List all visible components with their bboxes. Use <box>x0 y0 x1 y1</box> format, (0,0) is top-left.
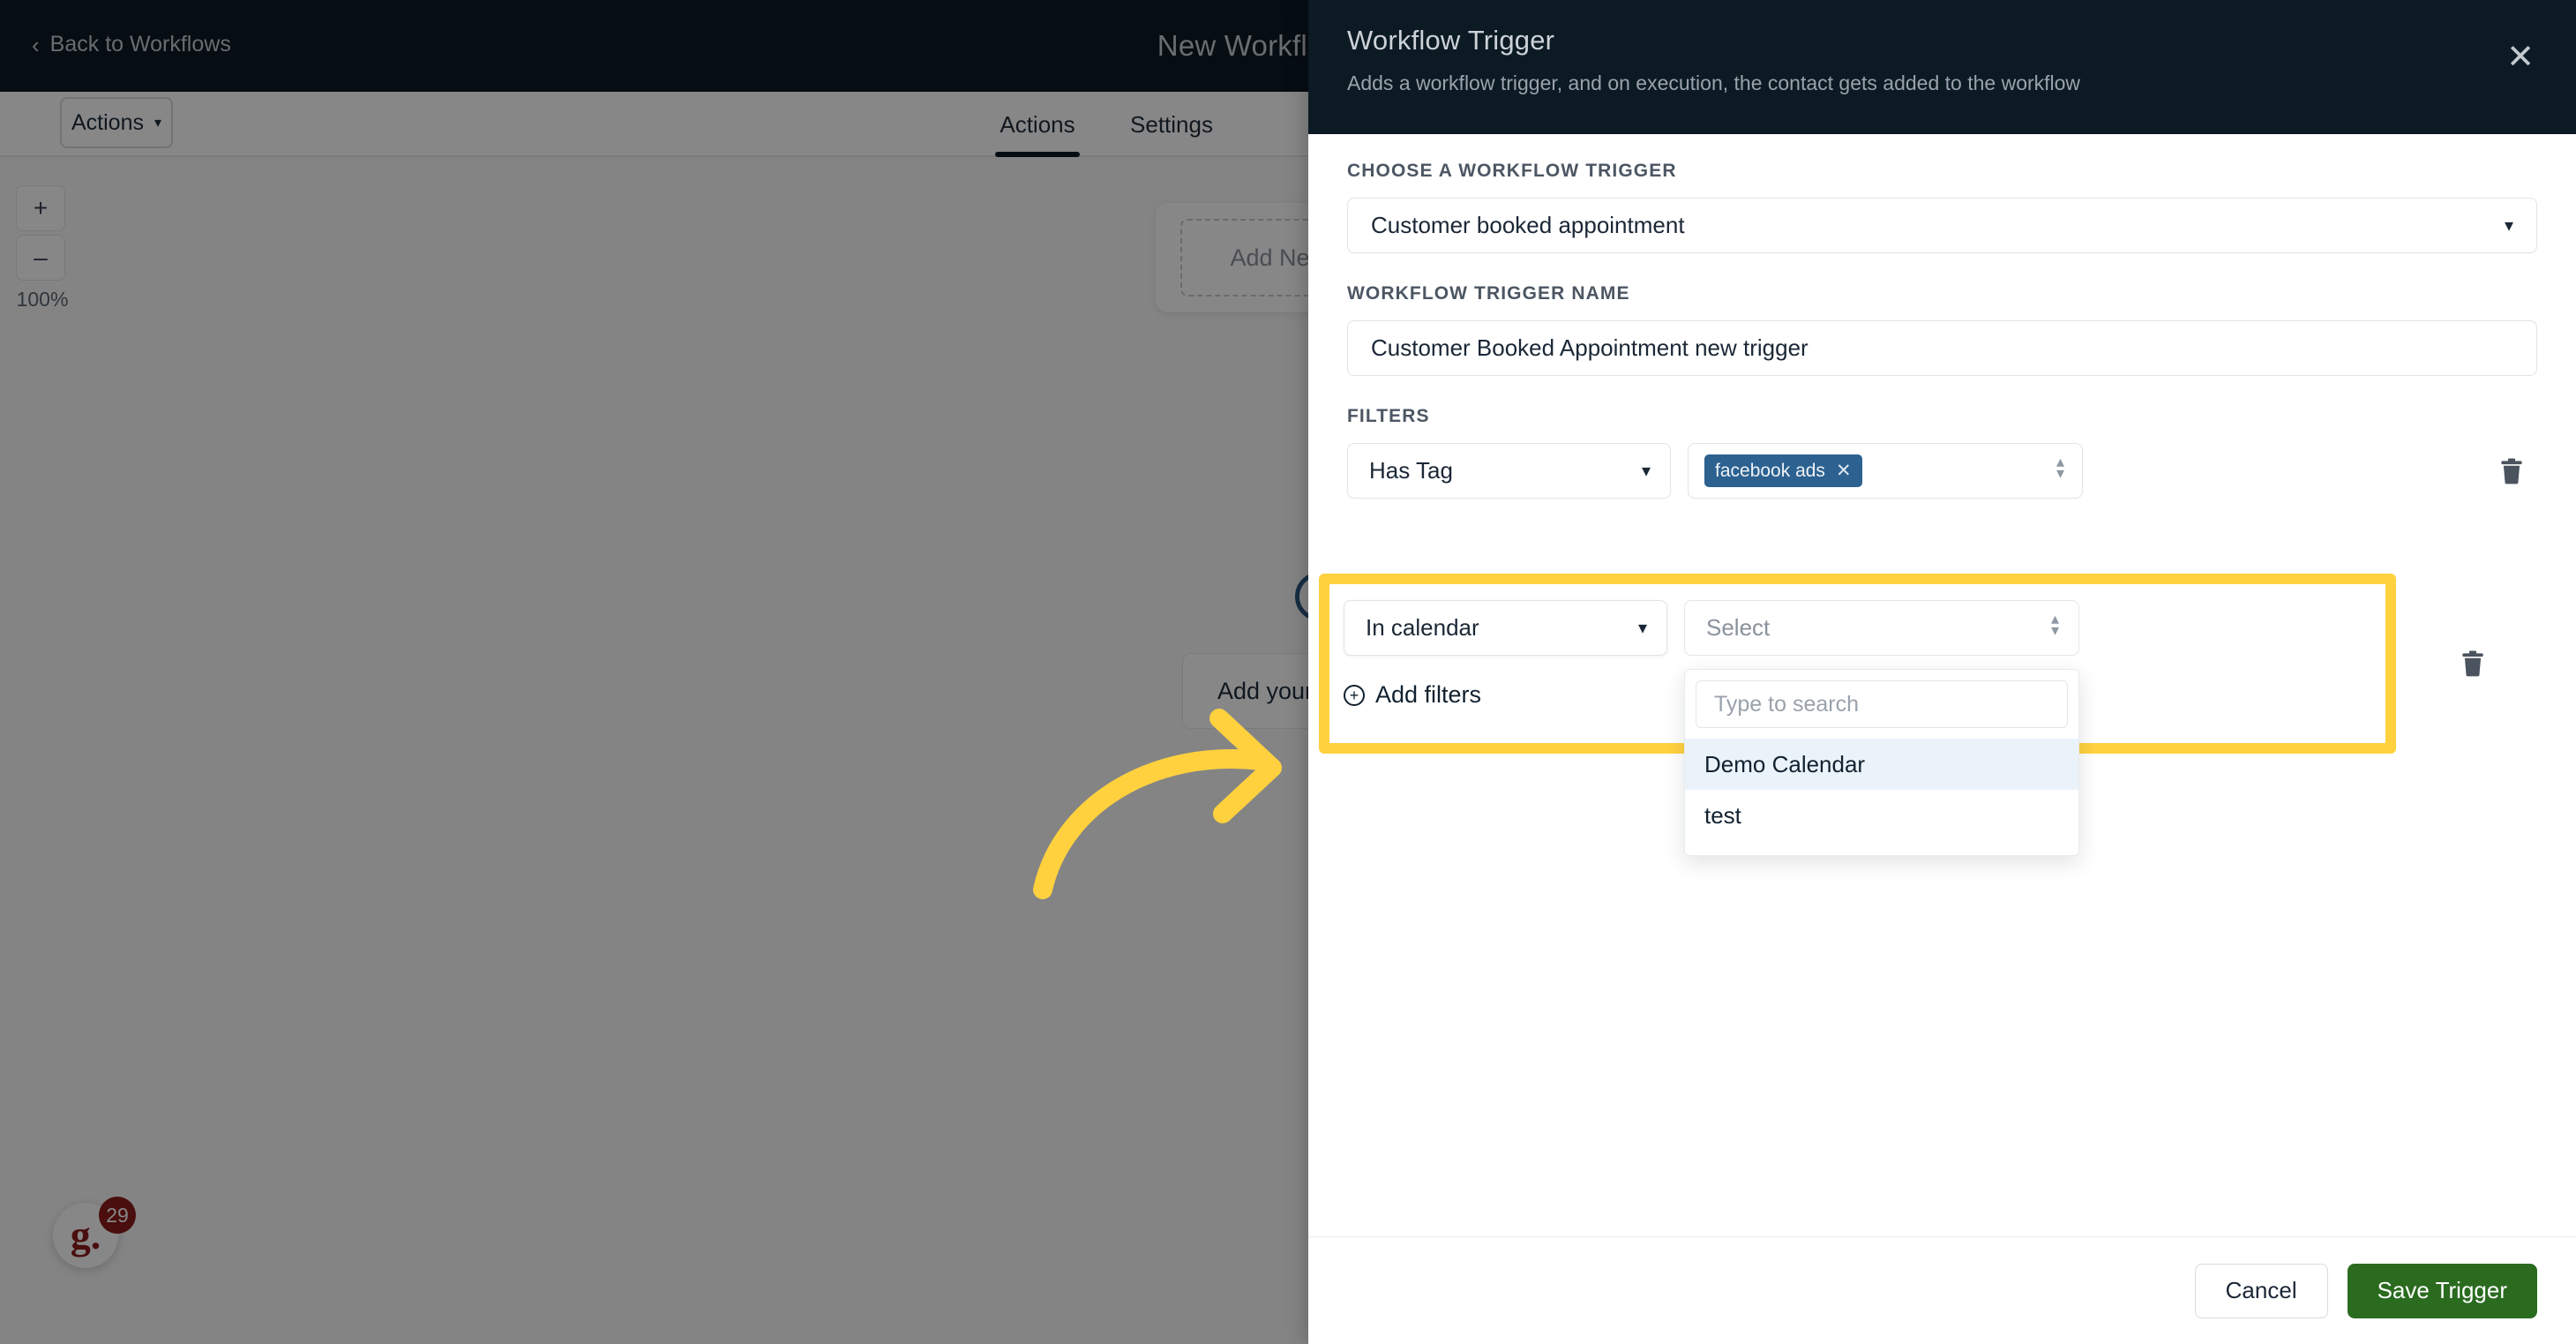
calendar-select-placeholder: Select <box>1706 614 1771 641</box>
close-icon[interactable]: ✕ <box>2500 37 2541 78</box>
choose-trigger-select[interactable]: Customer booked appointment ▾ <box>1347 198 2537 253</box>
cancel-button-label: Cancel <box>2225 1277 2297 1303</box>
filter-row: Has Tag ▾ facebook ads ✕ ▴ ▾ <box>1347 443 2537 499</box>
calendar-search-placeholder: Type to search <box>1714 691 1859 717</box>
panel-body: Choose a workflow trigger Customer booke… <box>1308 134 2576 1273</box>
highlight-inner: In calendar ▾ Select ▴ ▾ + Add filters Ty… <box>1329 584 2385 856</box>
close-icon[interactable]: ✕ <box>1836 460 1852 482</box>
chevron-down-icon: ▾ <box>1637 619 1647 638</box>
save-trigger-button[interactable]: Save Trigger <box>2347 1263 2537 1318</box>
filter-value-multiselect[interactable]: facebook ads ✕ ▴ ▾ <box>1688 443 2083 499</box>
trigger-name-input[interactable]: Customer Booked Appointment new trigger <box>1347 320 2537 376</box>
workflow-trigger-panel: Workflow Trigger Adds a workflow trigger… <box>1308 0 2576 1344</box>
panel-title: Workflow Trigger <box>1347 25 1555 56</box>
calendar-search-input[interactable]: Type to search <box>1696 680 2068 728</box>
delete-filter-button[interactable] <box>2494 452 2529 491</box>
chevron-down-icon: ▾ <box>2504 216 2513 236</box>
trash-icon <box>2501 458 2522 484</box>
curved-arrow-right-icon <box>1033 709 1282 899</box>
choose-trigger-value: Customer booked appointment <box>1371 212 1685 238</box>
filter-condition-value-2: In calendar <box>1366 614 1479 641</box>
screen-root: New Workflow : 168 ‹ Back to Workflows A… <box>0 0 2576 1344</box>
panel-subtitle: Adds a workflow trigger, and on executio… <box>1347 71 2081 94</box>
circle-plus-icon: + <box>1344 684 1365 706</box>
delete-filter-button-2[interactable] <box>2455 644 2490 683</box>
cancel-button[interactable]: Cancel <box>2194 1263 2328 1318</box>
chevron-updown-icon: ▴ ▾ <box>2056 453 2064 482</box>
calendar-dropdown-menu: Type to search Demo Calendar test <box>1684 669 2079 856</box>
panel-footer: Cancel Save Trigger <box>1308 1236 2576 1344</box>
add-filters-button[interactable]: + Add filters <box>1344 681 1481 709</box>
highlighted-filter-section: In calendar ▾ Select ▴ ▾ + Add filters Ty… <box>1319 574 2396 856</box>
filter-condition-select-2[interactable]: In calendar ▾ <box>1344 600 1667 656</box>
trash-icon <box>2462 650 2483 677</box>
tag-chip-label: facebook ads <box>1715 460 1825 481</box>
filter-condition-select[interactable]: Has Tag ▾ <box>1347 443 1671 499</box>
calendar-option-demo-calendar[interactable]: Demo Calendar <box>1685 739 2078 790</box>
panel-header: Workflow Trigger Adds a workflow trigger… <box>1308 0 2576 134</box>
calendar-select[interactable]: Select ▴ ▾ <box>1684 600 2079 656</box>
dropdown-padding <box>1685 841 2078 855</box>
chevron-down-icon: ▾ <box>1641 462 1651 481</box>
save-trigger-button-label: Save Trigger <box>2377 1277 2507 1303</box>
calendar-option-label: test <box>1704 801 1741 829</box>
trigger-name-value: Customer Booked Appointment new trigger <box>1371 334 1808 361</box>
tag-chip: facebook ads ✕ <box>1704 454 1862 487</box>
choose-trigger-label: Choose a workflow trigger <box>1347 161 1677 181</box>
chevron-updown-icon: ▴ ▾ <box>2050 610 2059 639</box>
trigger-name-label: Workflow trigger name <box>1347 283 1630 304</box>
add-filters-label: Add filters <box>1375 681 1482 708</box>
calendar-option-test[interactable]: test <box>1685 790 2078 841</box>
filter-condition-value: Has Tag <box>1369 457 1453 484</box>
modal-backdrop[interactable] <box>0 0 1308 1344</box>
filters-label: Filters <box>1347 406 1430 426</box>
calendar-option-label: Demo Calendar <box>1704 750 1866 777</box>
